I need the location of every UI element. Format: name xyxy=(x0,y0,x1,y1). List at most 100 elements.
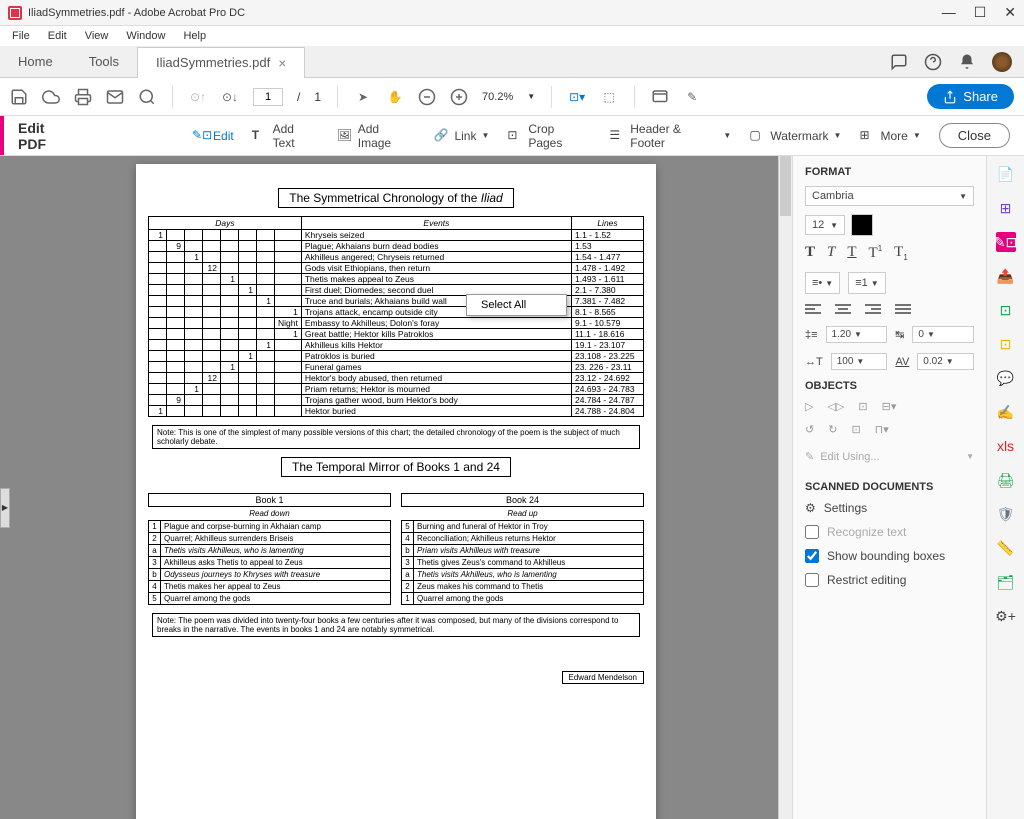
link-tool[interactable]: 🔗Link▼ xyxy=(433,128,489,144)
add-image-tool[interactable]: 🖼Add Image xyxy=(337,122,416,150)
menu-view[interactable]: View xyxy=(77,28,117,44)
font-size-selector[interactable]: 12▼ xyxy=(805,215,845,235)
line-height-icon: ‡≡ xyxy=(805,329,818,341)
edit-toolbar: Edit PDF ✎⊡Edit TAdd Text 🖼Add Image 🔗Li… xyxy=(0,116,1024,156)
edit-tool[interactable]: ✎⊡Edit xyxy=(192,128,234,144)
scrollbar-thumb[interactable] xyxy=(780,156,791,216)
rail-more-icon[interactable]: 🗂 xyxy=(996,572,1016,592)
menubar: File Edit View Window Help xyxy=(0,26,1024,46)
align-right-icon[interactable] xyxy=(865,304,881,316)
tab-document[interactable]: IliadSymmetries.pdf × xyxy=(137,47,305,78)
more-tool[interactable]: ⊞More▼ xyxy=(859,128,920,144)
arrange-icon[interactable]: ⊟▾ xyxy=(882,400,897,413)
bold-button[interactable]: T xyxy=(805,244,815,262)
underline-button[interactable]: T xyxy=(847,244,856,262)
print-icon[interactable] xyxy=(74,88,92,106)
minimize-button[interactable]: — xyxy=(942,4,956,21)
zoom-level[interactable]: 70.2% xyxy=(482,91,513,103)
rail-export-icon[interactable]: 📤 xyxy=(996,266,1016,286)
rail-edit-icon[interactable]: ✎⊡ xyxy=(996,232,1016,252)
pointer-icon[interactable]: ➤ xyxy=(354,88,372,106)
crop-tool[interactable]: ⊡Crop Pages xyxy=(507,122,591,150)
menu-edit[interactable]: Edit xyxy=(40,28,75,44)
save-icon[interactable] xyxy=(10,88,28,106)
rail-comment-icon[interactable]: 💬 xyxy=(996,368,1016,388)
edit-using-button[interactable]: ✎ Edit Using... ▼ xyxy=(805,446,974,467)
rail-sign-icon[interactable]: ✍ xyxy=(996,402,1016,422)
page-down-icon[interactable]: ⊙↓ xyxy=(221,88,239,106)
settings-button[interactable]: ⚙ Settings xyxy=(805,501,974,515)
restrict-checkbox[interactable] xyxy=(805,573,819,587)
close-window-button[interactable]: ✕ xyxy=(1004,4,1016,21)
rail-enhance-icon[interactable]: ⊡ xyxy=(996,334,1016,354)
char-space-input[interactable]: 0.02▼ xyxy=(917,353,974,370)
tab-close-icon[interactable]: × xyxy=(278,55,286,71)
read-mode-icon[interactable] xyxy=(651,88,669,106)
tab-home[interactable]: Home xyxy=(0,46,71,77)
rotate-cw-icon[interactable]: ↻ xyxy=(828,423,837,436)
add-text-tool[interactable]: TAdd Text xyxy=(252,122,319,150)
recognize-checkbox[interactable] xyxy=(805,525,819,539)
superscript-button[interactable]: T1 xyxy=(869,244,883,262)
maximize-button[interactable]: ☐ xyxy=(974,4,987,21)
crop-obj-icon[interactable]: ⊡ xyxy=(858,400,867,413)
rotate-ccw-icon[interactable]: ↺ xyxy=(805,423,814,436)
rail-redact-icon[interactable]: xls xyxy=(996,436,1016,456)
rail-organize-icon[interactable]: ⊡ xyxy=(996,300,1016,320)
header-footer-tool[interactable]: ☰Header & Footer▼ xyxy=(609,122,731,150)
mail-icon[interactable] xyxy=(106,88,124,106)
watermark-tool[interactable]: ▢Watermark▼ xyxy=(749,128,841,144)
zoom-in-icon[interactable] xyxy=(450,88,468,106)
rail-combine-icon[interactable]: ⊞ xyxy=(996,198,1016,218)
align-obj-icon[interactable]: ⊓▾ xyxy=(875,423,889,436)
fit-width-icon[interactable]: ⊡▾ xyxy=(568,88,586,106)
subscript-button[interactable]: T1 xyxy=(894,244,908,262)
font-color-selector[interactable] xyxy=(851,214,873,236)
font-selector[interactable]: Cambria▼ xyxy=(805,186,974,206)
align-center-icon[interactable] xyxy=(835,304,851,316)
flip-h-icon[interactable]: ◁▷ xyxy=(827,400,844,413)
rail-optimize-icon[interactable]: 🖨 xyxy=(996,470,1016,490)
rail-tools-icon[interactable]: ⚙+ xyxy=(996,606,1016,626)
hscale-input[interactable]: 100▼ xyxy=(831,353,888,370)
menu-help[interactable]: Help xyxy=(175,28,214,44)
help-icon[interactable] xyxy=(924,53,942,71)
hand-icon[interactable]: ✋ xyxy=(386,88,404,106)
highlight-icon[interactable]: ✎ xyxy=(683,88,701,106)
tab-tools[interactable]: Tools xyxy=(71,46,137,77)
zoom-out-icon[interactable] xyxy=(418,88,436,106)
flip-v-icon[interactable]: ▷ xyxy=(805,400,813,413)
book24-table: 5Burning and funeral of Hektor in Troy4R… xyxy=(401,520,644,605)
pdf-page[interactable]: Select All The Symmetrical Chronology of… xyxy=(136,164,656,819)
menu-window[interactable]: Window xyxy=(118,28,173,44)
left-panel-toggle[interactable]: ▶ xyxy=(0,488,10,528)
user-avatar[interactable] xyxy=(992,52,1012,72)
vertical-scrollbar[interactable] xyxy=(778,156,792,819)
number-list-button[interactable]: ≡1▼ xyxy=(848,272,885,294)
context-select-all[interactable]: Select All xyxy=(467,295,566,315)
italic-button[interactable]: T xyxy=(827,244,835,262)
comment-icon[interactable] xyxy=(890,53,908,71)
zoom-dropdown-icon[interactable]: ▼ xyxy=(527,92,535,101)
share-button[interactable]: Share xyxy=(927,84,1014,109)
cloud-icon[interactable] xyxy=(42,88,60,106)
line-height-input[interactable]: 1.20▼ xyxy=(826,326,888,343)
close-editbar-button[interactable]: Close xyxy=(939,123,1010,148)
page-up-icon[interactable]: ⊙↑ xyxy=(189,88,207,106)
replace-icon[interactable]: ⊡ xyxy=(851,423,860,436)
bullet-list-button[interactable]: ≡•▼ xyxy=(805,272,840,294)
menu-file[interactable]: File xyxy=(4,28,38,44)
format-heading: FORMAT xyxy=(805,166,974,178)
align-left-icon[interactable] xyxy=(805,304,821,316)
align-justify-icon[interactable] xyxy=(895,304,911,316)
bell-icon[interactable] xyxy=(958,53,976,71)
document-viewport[interactable]: ▶ Select All The Symmetrical Chronology … xyxy=(0,156,792,819)
rail-create-icon[interactable]: 📄 xyxy=(996,164,1016,184)
show-bb-checkbox[interactable] xyxy=(805,549,819,563)
fit-page-icon[interactable]: ⬚ xyxy=(600,88,618,106)
indent-input[interactable]: 0▼ xyxy=(912,326,974,343)
page-current-input[interactable] xyxy=(253,88,283,106)
rail-protect-icon[interactable]: 🛡 xyxy=(996,504,1016,524)
search-icon[interactable] xyxy=(138,88,156,106)
rail-measure-icon[interactable]: 📏 xyxy=(996,538,1016,558)
